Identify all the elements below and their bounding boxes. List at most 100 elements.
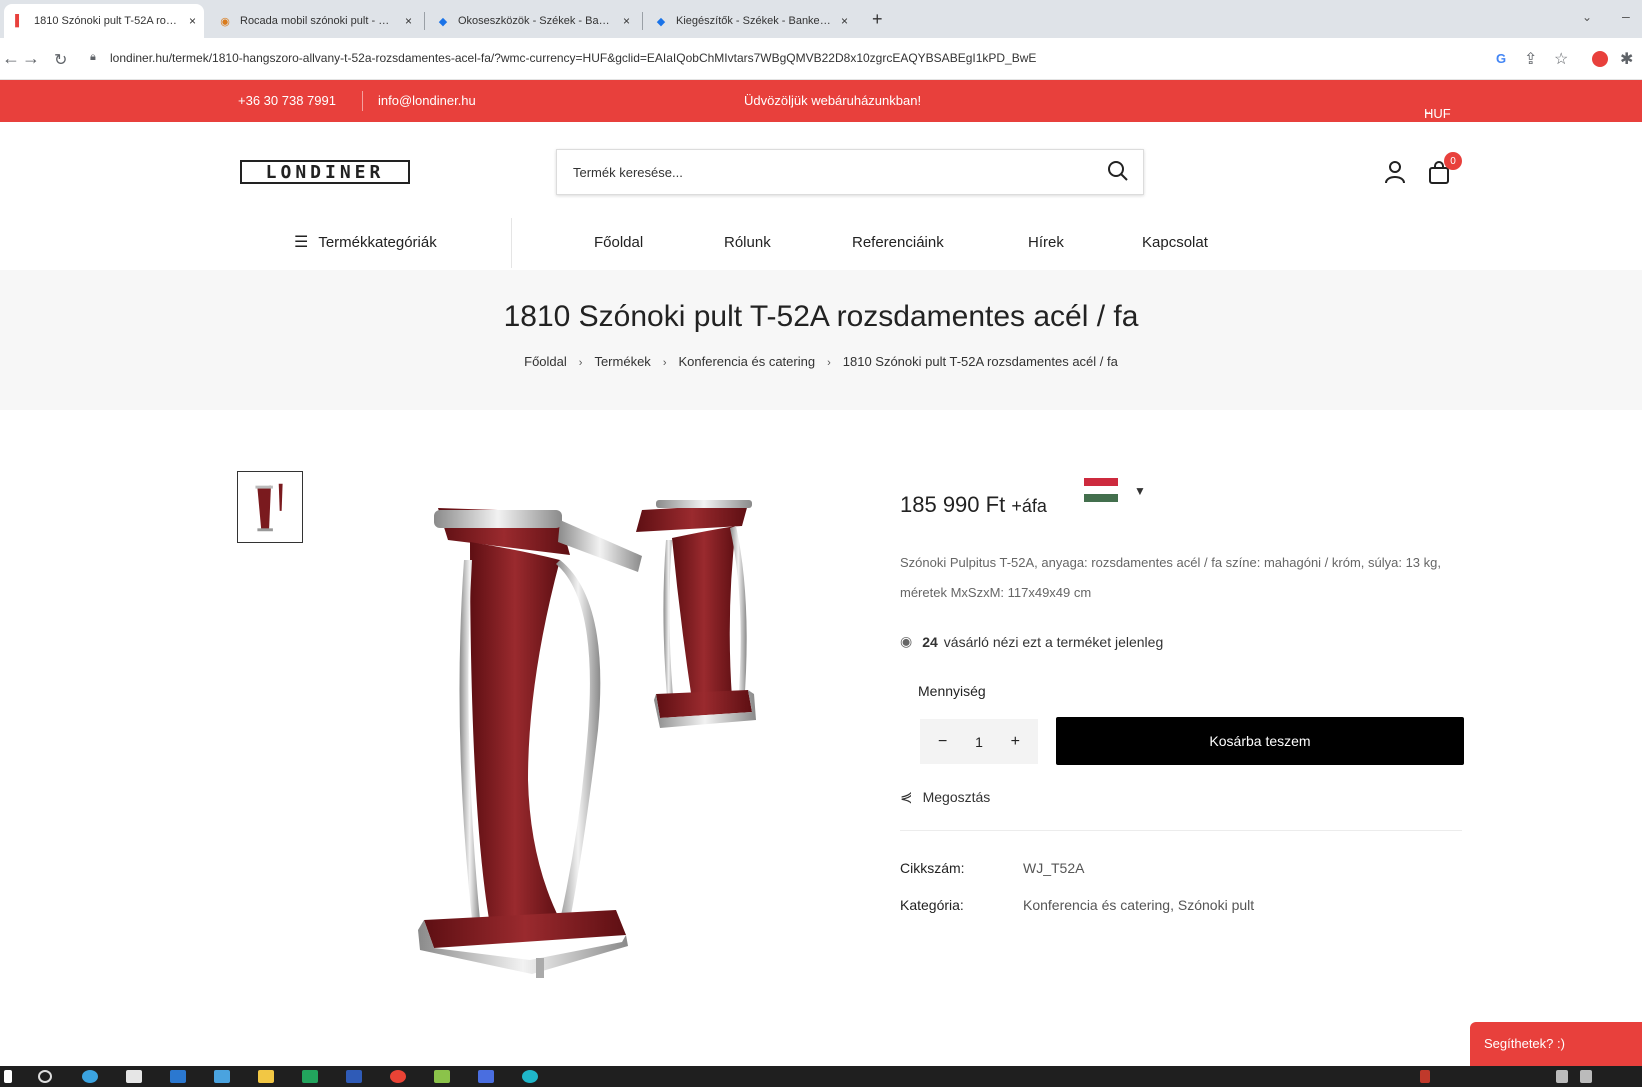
tab-label: Rocada mobil szónoki pult - Mar...	[240, 15, 397, 27]
category-links[interactable]: Konferencia és catering, Szónoki pult	[1023, 897, 1254, 913]
tab-label: Kiegészítők - Székek - Bankett, K...	[676, 15, 833, 27]
product-thumbnail[interactable]	[237, 471, 303, 543]
new-tab-button[interactable]: +	[872, 9, 883, 30]
quantity-increase-button[interactable]: +	[1011, 733, 1020, 751]
search-input[interactable]: Termék keresése...	[573, 165, 683, 180]
share-page-icon[interactable]: ⇪	[1524, 49, 1537, 69]
forward-icon[interactable]: →	[22, 48, 40, 69]
breadcrumb-separator-icon: ›	[662, 357, 667, 369]
browser-tab-active[interactable]: ▌ 1810 Szónoki pult T-52A rozsdamentes a…	[4, 4, 204, 38]
share-button[interactable]: ⋞ Megosztás	[900, 788, 990, 806]
product-main-image[interactable]	[410, 480, 810, 1020]
product-description: Szónoki Pulpitus T-52A, anyaga: rozsdame…	[900, 555, 1441, 600]
breadcrumb-home[interactable]: Főoldal	[524, 354, 567, 369]
browser-tab[interactable]: ◉ Rocada mobil szónoki pult - Mar... ×	[210, 4, 420, 38]
word-icon[interactable]	[170, 1070, 186, 1083]
minimize-icon[interactable]: –	[1622, 8, 1630, 24]
tab-search-icon[interactable]: ⌄	[1582, 10, 1592, 24]
nav-link-home[interactable]: Főoldal	[594, 234, 643, 251]
tab-divider	[424, 12, 425, 30]
breadcrumb-separator-icon: ›	[578, 357, 583, 369]
category-label: Kategória:	[900, 897, 964, 913]
meta-divider	[900, 830, 1462, 831]
breadcrumb: Főoldal › Termékek › Konferencia és catering…	[0, 354, 1642, 369]
categories-label: Termékkategóriák	[318, 233, 437, 251]
quantity-label: Mennyiség	[918, 683, 986, 699]
email-link[interactable]: info@londiner.hu	[378, 93, 476, 108]
price-vat-suffix: +áfa	[1011, 496, 1047, 516]
price-value: 185 990 Ft	[900, 492, 1006, 517]
sku-value: WJ_T52A	[1023, 860, 1085, 876]
currency-dropdown-caret-icon[interactable]: ▼	[1134, 484, 1146, 498]
chrome-icon[interactable]	[390, 1070, 406, 1083]
chevron-down-icon: ⌄	[1424, 106, 1433, 117]
calculator-icon[interactable]	[478, 1070, 494, 1083]
address-bar[interactable]: londiner.hu/termek/1810-hangszoro-allvan…	[110, 51, 1110, 65]
search-field[interactable]: Termék keresése...	[556, 149, 1144, 195]
topbar-divider	[362, 91, 363, 111]
close-tab-icon[interactable]: ×	[841, 14, 848, 28]
quantity-decrease-button[interactable]: −	[938, 733, 947, 751]
lock-icon[interactable]: 🔒︎	[90, 51, 96, 64]
browser-tab[interactable]: ◆ Okoseszközök - Székek - Bankett, K... …	[428, 4, 638, 38]
file-explorer-icon[interactable]	[258, 1070, 274, 1083]
breadcrumb-category[interactable]: Konferencia és catering	[678, 354, 815, 369]
breadcrumb-products[interactable]: Termékek	[594, 354, 650, 369]
extensions-puzzle-icon[interactable]: ✱	[1620, 49, 1633, 69]
nav-link-references[interactable]: Referenciáink	[852, 234, 944, 251]
page-title: 1810 Szónoki pult T-52A rozsdamentes acé…	[503, 300, 1139, 333]
nav-link-contact[interactable]: Kapcsolat	[1142, 234, 1208, 251]
page-title-banner	[0, 270, 1642, 410]
close-tab-icon[interactable]: ×	[623, 14, 630, 28]
hungarian-flag-icon[interactable]	[1084, 478, 1118, 502]
tab-label: 1810 Szónoki pult T-52A rozsdamentes acé…	[34, 15, 181, 27]
chat-help-button[interactable]: Segíthetek? :)	[1470, 1022, 1642, 1066]
user-account-icon[interactable]	[1384, 160, 1406, 184]
close-tab-icon[interactable]: ×	[189, 14, 196, 28]
viewers-count: 24	[922, 633, 938, 650]
podium-thumbnail-image	[255, 483, 283, 532]
mail-icon[interactable]	[214, 1070, 230, 1083]
site-favicon-icon: ▌	[15, 15, 23, 27]
network-icon[interactable]	[1556, 1070, 1568, 1083]
teams-icon[interactable]	[346, 1070, 362, 1083]
search-icon[interactable]	[1107, 160, 1129, 182]
browser-toolbar: ← → ↻ 🔒︎ londiner.hu/termek/1810-hangszo…	[0, 38, 1642, 80]
product-categories-menu[interactable]: ☰ Termékkategóriák	[294, 232, 437, 252]
welcome-message: Üdvözöljük webáruházunkban!	[744, 93, 922, 108]
start-icon[interactable]	[4, 1070, 12, 1083]
close-tab-icon[interactable]: ×	[405, 14, 412, 28]
browser-tab[interactable]: ◆ Kiegészítők - Székek - Bankett, K... ×	[646, 4, 856, 38]
store-icon[interactable]	[126, 1070, 142, 1083]
back-icon[interactable]: ←	[2, 48, 20, 69]
reload-icon[interactable]: ↻	[54, 50, 67, 70]
excel-icon[interactable]	[302, 1070, 318, 1083]
browser-app-icon[interactable]	[522, 1070, 538, 1083]
app-icon[interactable]	[434, 1070, 450, 1083]
nav-link-about[interactable]: Rólunk	[724, 234, 771, 251]
edge-icon[interactable]	[82, 1070, 98, 1083]
add-to-cart-button[interactable]: Kosárba teszem	[1056, 717, 1464, 765]
live-viewers-notice: ◉ 24 vásárló nézi ezt a terméket jelenle…	[900, 633, 1163, 650]
site-favicon-icon: ◆	[438, 15, 448, 28]
tray-icon[interactable]	[1420, 1070, 1430, 1083]
taskbar-search-icon[interactable]	[38, 1070, 52, 1083]
quantity-stepper[interactable]: − 1 +	[920, 719, 1038, 764]
extension-icon[interactable]	[1592, 51, 1608, 67]
nav-link-news[interactable]: Hírek	[1028, 234, 1064, 251]
site-logo[interactable]: LONDINER	[240, 160, 410, 184]
tab-label: Okoseszközök - Székek - Bankett, K...	[458, 15, 615, 27]
product-price: 185 990 Ft +áfa	[900, 492, 1047, 518]
site-favicon-icon: ◉	[220, 15, 230, 28]
google-lens-icon[interactable]: G	[1496, 51, 1506, 66]
sku-label: Cikkszám:	[900, 860, 965, 876]
quantity-input[interactable]: 1	[975, 734, 983, 750]
phone-link[interactable]: +36 30 738 7991	[238, 93, 336, 108]
nav-divider	[511, 218, 512, 268]
browser-tab-strip: ▌ 1810 Szónoki pult T-52A rozsdamentes a…	[0, 0, 1642, 38]
bookmark-star-icon[interactable]: ☆	[1554, 49, 1568, 69]
volume-icon[interactable]	[1580, 1070, 1592, 1083]
share-label: Megosztás	[922, 789, 991, 805]
tab-divider	[642, 12, 643, 30]
eye-icon: ◉	[900, 633, 913, 649]
